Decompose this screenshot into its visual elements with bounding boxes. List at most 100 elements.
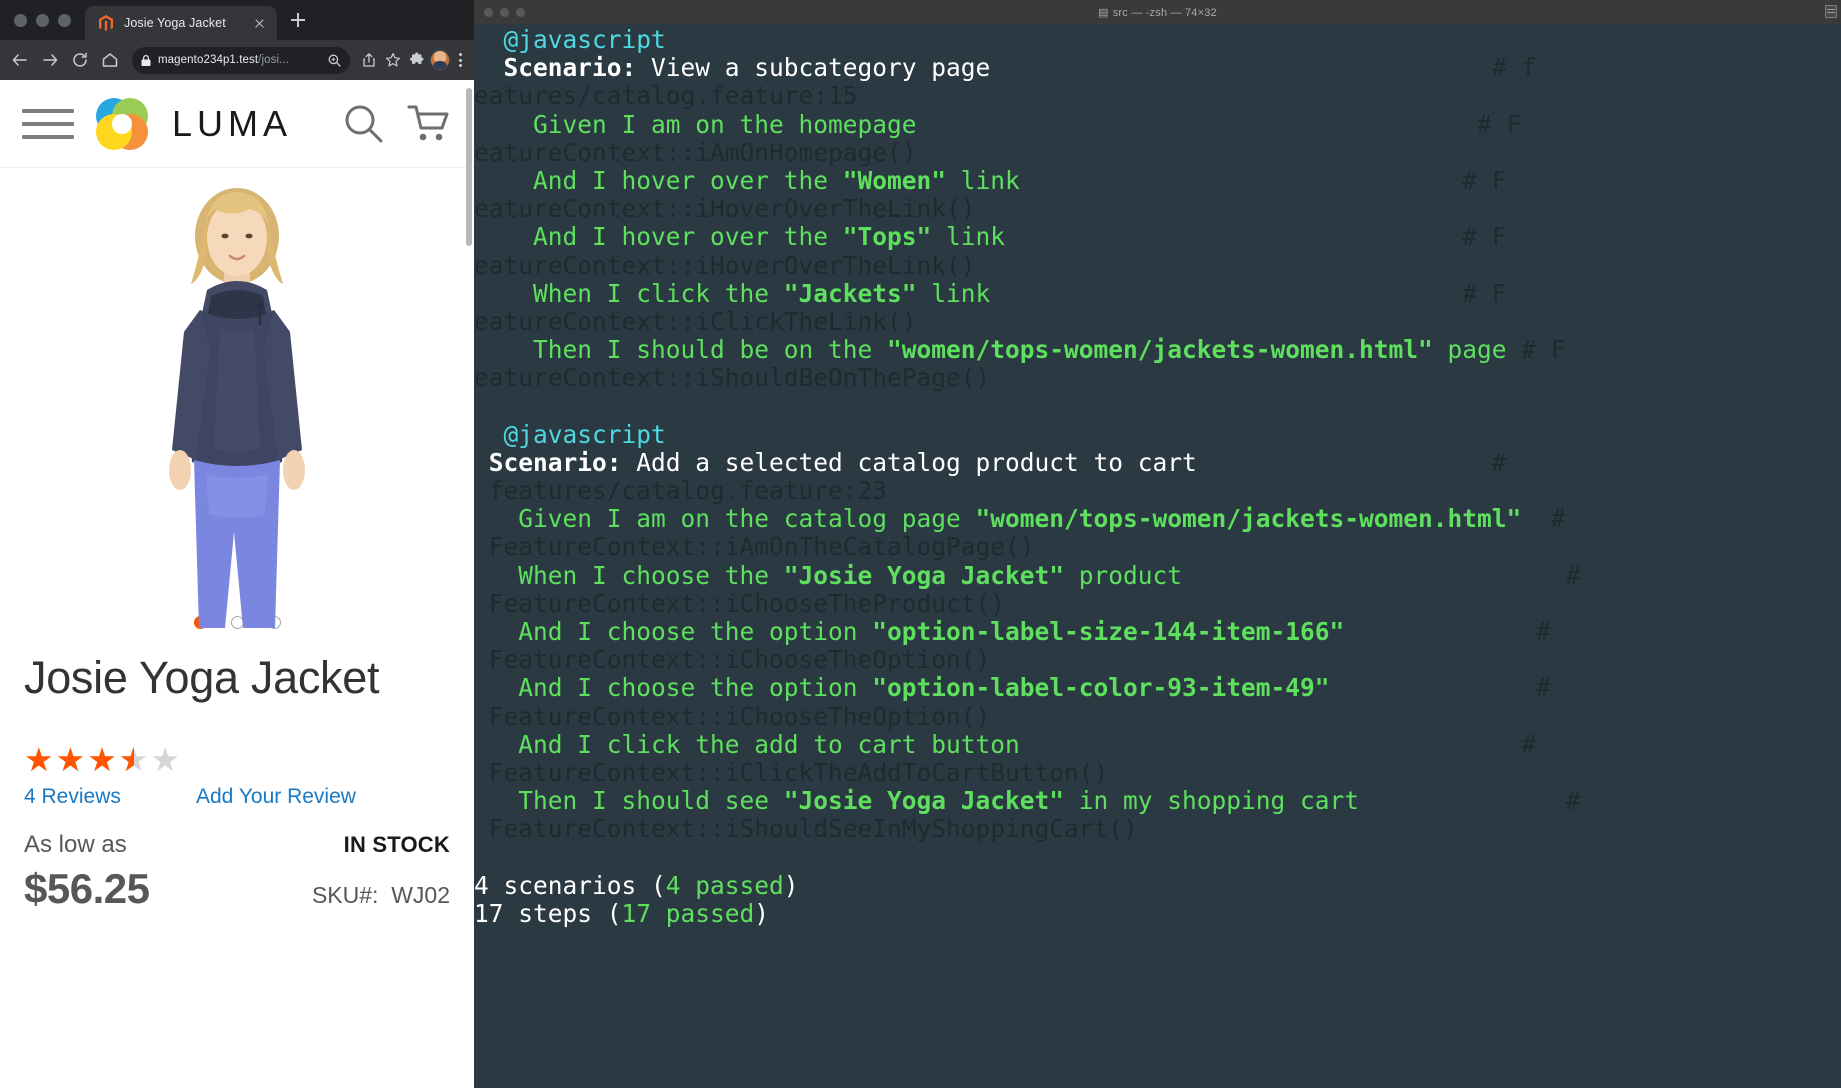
reload-icon[interactable]: [66, 46, 94, 74]
close-icon[interactable]: [251, 15, 268, 32]
terminal-close-button[interactable]: [484, 7, 493, 17]
page-scrollbar[interactable]: [466, 88, 472, 246]
window-minimize-button[interactable]: [36, 13, 49, 27]
puzzle-icon[interactable]: [406, 46, 428, 74]
terminal-text: #: [1521, 504, 1566, 534]
terminal-text: 4 scenarios (: [474, 870, 666, 900]
terminal-text: 4 passed: [665, 870, 784, 900]
terminal-line: FeatureContext::iShouldSeeInMyShoppingCa…: [474, 815, 1841, 843]
terminal-text: "Tops": [842, 222, 932, 252]
sku-label: SKU#:: [311, 882, 379, 909]
terminal-text: eatureContext::iAmOnHomepage(): [474, 137, 917, 167]
url-host: magento234p1.test: [158, 54, 259, 66]
terminal-maximize-button[interactable]: [516, 7, 525, 17]
terminal-text: 17 passed: [621, 898, 755, 928]
terminal-text: Scenario:: [503, 53, 637, 83]
search-icon[interactable]: [342, 102, 386, 146]
browser-window: Josie Yoga Jacket magento234p1.test/josi…: [0, 0, 474, 1088]
review-links: 4 Reviews Add Your Review: [24, 785, 450, 809]
terminal-text: eatureContext::iClickTheLink(): [474, 306, 917, 336]
store-brand: LUMA: [172, 102, 293, 144]
terminal-output[interactable]: @javascript Scenario: View a subcategory…: [474, 24, 1841, 1088]
terminal-text: page: [1432, 335, 1507, 365]
terminal-text: Scenario:: [488, 447, 622, 477]
terminal-text: Given I am on the homepage: [474, 109, 917, 139]
product-sku: SKU#: WJ02: [312, 882, 450, 909]
terminal-line: When I click the "Jackets" link # F: [474, 278, 1841, 308]
avatar[interactable]: [430, 50, 450, 70]
back-arrow-icon[interactable]: [6, 46, 34, 74]
window-controls[interactable]: [8, 0, 85, 40]
terminal-icon: ▤: [1098, 6, 1109, 19]
terminal-text: product: [1064, 560, 1183, 590]
terminal-title-text: src — -zsh — 74×32: [1112, 6, 1217, 19]
terminal-text: When I choose the: [474, 560, 784, 590]
terminal-text: "option-label-size-144-item-166": [872, 616, 1345, 646]
terminal-text: And I choose the option: [474, 673, 873, 703]
terminal-window-controls[interactable]: [484, 7, 525, 17]
terminal-line: FeatureContext::iChooseTheOption(): [474, 646, 1841, 674]
reviews-count-link[interactable]: 4 Reviews: [24, 785, 196, 809]
rating-stars[interactable]: ★ ★ ★ ★ ★: [24, 741, 450, 778]
terminal-line: 4 scenarios (4 passed): [474, 870, 1841, 900]
browser-tab[interactable]: Josie Yoga Jacket: [85, 6, 277, 40]
terminal-text: eatureContext::iHoverOverTheLink(): [474, 194, 976, 224]
address-bar[interactable]: magento234p1.test/josi...: [132, 46, 350, 74]
terminal-text: And I hover over the: [474, 165, 843, 195]
terminal-text: #: [1329, 673, 1551, 703]
terminal-line: Given I am on the catalog page "women/to…: [474, 505, 1841, 533]
terminal-line: FeatureContext::iChooseTheOption(): [474, 702, 1841, 731]
product-gallery[interactable]: [0, 168, 474, 638]
terminal-line: eatureContext::iClickTheLink(): [474, 306, 1841, 336]
home-icon[interactable]: [96, 46, 124, 74]
terminal-text: eatureContext::iHoverOverTheLink(): [474, 250, 976, 280]
terminal-text: FeatureContext::iShouldSeeInMyShoppingCa…: [474, 814, 1138, 844]
terminal-line: FeatureContext::iAmOnTheCatalogPage(): [474, 533, 1841, 561]
terminal-text: eatureContext::iShouldBeOnThePage(): [474, 363, 991, 393]
terminal-text: # F: [1005, 222, 1507, 252]
luma-logo[interactable]: [90, 92, 154, 156]
screenshot-root: Josie Yoga Jacket magento234p1.test/josi…: [0, 0, 1841, 1088]
star-icon[interactable]: [382, 46, 404, 74]
terminal-text: #: [1344, 616, 1551, 646]
reviews-count-label[interactable]: 4 Reviews: [24, 785, 121, 808]
add-your-review-link[interactable]: Add Your Review: [196, 785, 356, 809]
cart-icon[interactable]: [406, 102, 452, 146]
new-tab-button[interactable]: [283, 5, 313, 35]
terminal-text: FeatureContext::iAmOnTheCatalogPage(): [474, 532, 1035, 562]
share-icon[interactable]: [358, 46, 380, 74]
hamburger-icon[interactable]: [22, 108, 74, 139]
terminal-line: Given I am on the homepage # F: [474, 109, 1841, 139]
terminal-text: # f: [990, 53, 1537, 83]
terminal-line: And I hover over the "Women" link # F: [474, 165, 1841, 195]
window-maximize-button[interactable]: [58, 13, 71, 27]
forward-arrow-icon[interactable]: [36, 46, 64, 74]
terminal-text: link: [916, 278, 991, 308]
stock-row: As low as IN STOCK: [24, 831, 450, 859]
terminal-line: FeatureContext::iClickTheAddToCartButton…: [474, 758, 1841, 787]
terminal-text: features/catalog.feature:23: [474, 476, 888, 505]
page-title: Josie Yoga Jacket: [24, 652, 380, 703]
star-icon: ★: [119, 743, 149, 776]
zoom-search-icon[interactable]: [327, 53, 342, 68]
terminal-line: eatures/catalog.feature:15: [474, 82, 1841, 110]
terminal-text: And I choose the option: [474, 616, 873, 646]
kebab-menu-icon[interactable]: [452, 46, 468, 74]
terminal-scroll-indicator[interactable]: [1825, 5, 1837, 18]
star-icon: ★: [24, 741, 54, 778]
terminal-line: And I hover over the "Tops" link # F: [474, 223, 1841, 251]
terminal-line: Scenario: Add a selected catalog product…: [474, 447, 1841, 477]
terminal-text: #: [1182, 560, 1581, 590]
terminal-text: And I click the add to cart button: [474, 729, 1020, 759]
terminal-line: Scenario: View a subcategory page # f: [474, 54, 1841, 82]
terminal-text: Then I should be on the: [474, 335, 888, 365]
terminal-minimize-button[interactable]: [500, 7, 509, 17]
terminal-text: #: [1019, 729, 1537, 759]
window-close-button[interactable]: [14, 13, 27, 27]
terminal-text: link: [931, 222, 1006, 252]
terminal-text: Then I should see: [474, 786, 784, 816]
